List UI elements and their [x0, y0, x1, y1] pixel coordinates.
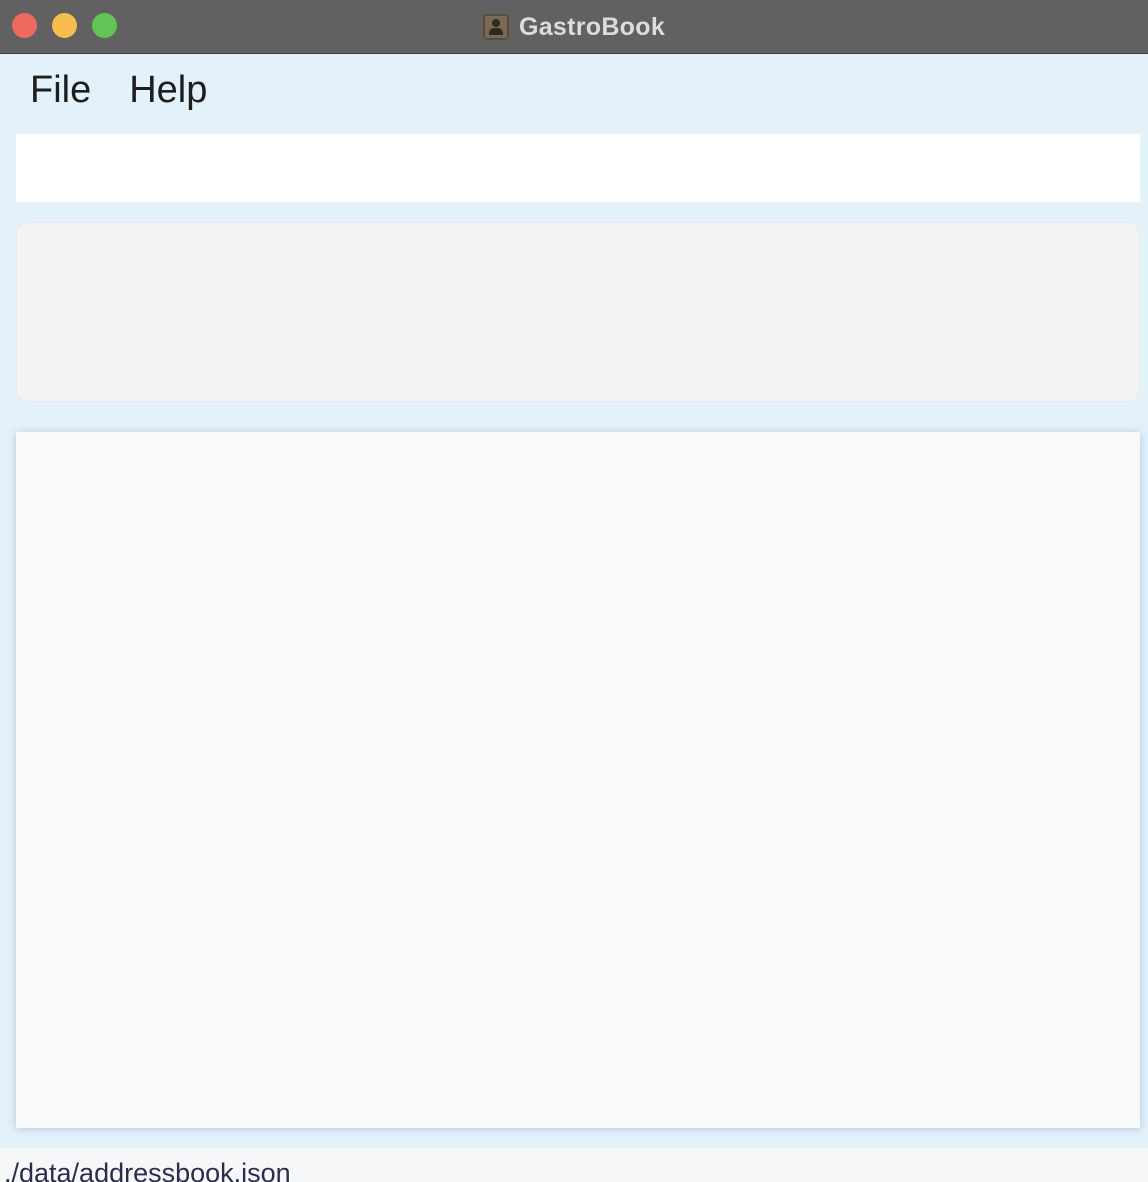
status-bar: ./data/addressbook.json [0, 1148, 1148, 1182]
save-location-path: ./data/addressbook.json [4, 1158, 291, 1182]
app-window: GastroBook File Help ./data/addressbook.… [0, 0, 1148, 1182]
command-input[interactable] [16, 134, 1140, 202]
result-display [16, 222, 1140, 402]
title-group: GastroBook [0, 0, 1148, 54]
menu-bar: File Help [0, 55, 1148, 125]
person-list-panel[interactable] [16, 432, 1140, 1128]
window-title: GastroBook [518, 12, 666, 41]
title-bar[interactable]: GastroBook [0, 0, 1148, 54]
menu-file[interactable]: File [30, 69, 91, 112]
contact-book-icon [482, 14, 509, 40]
menu-help[interactable]: Help [129, 69, 207, 112]
